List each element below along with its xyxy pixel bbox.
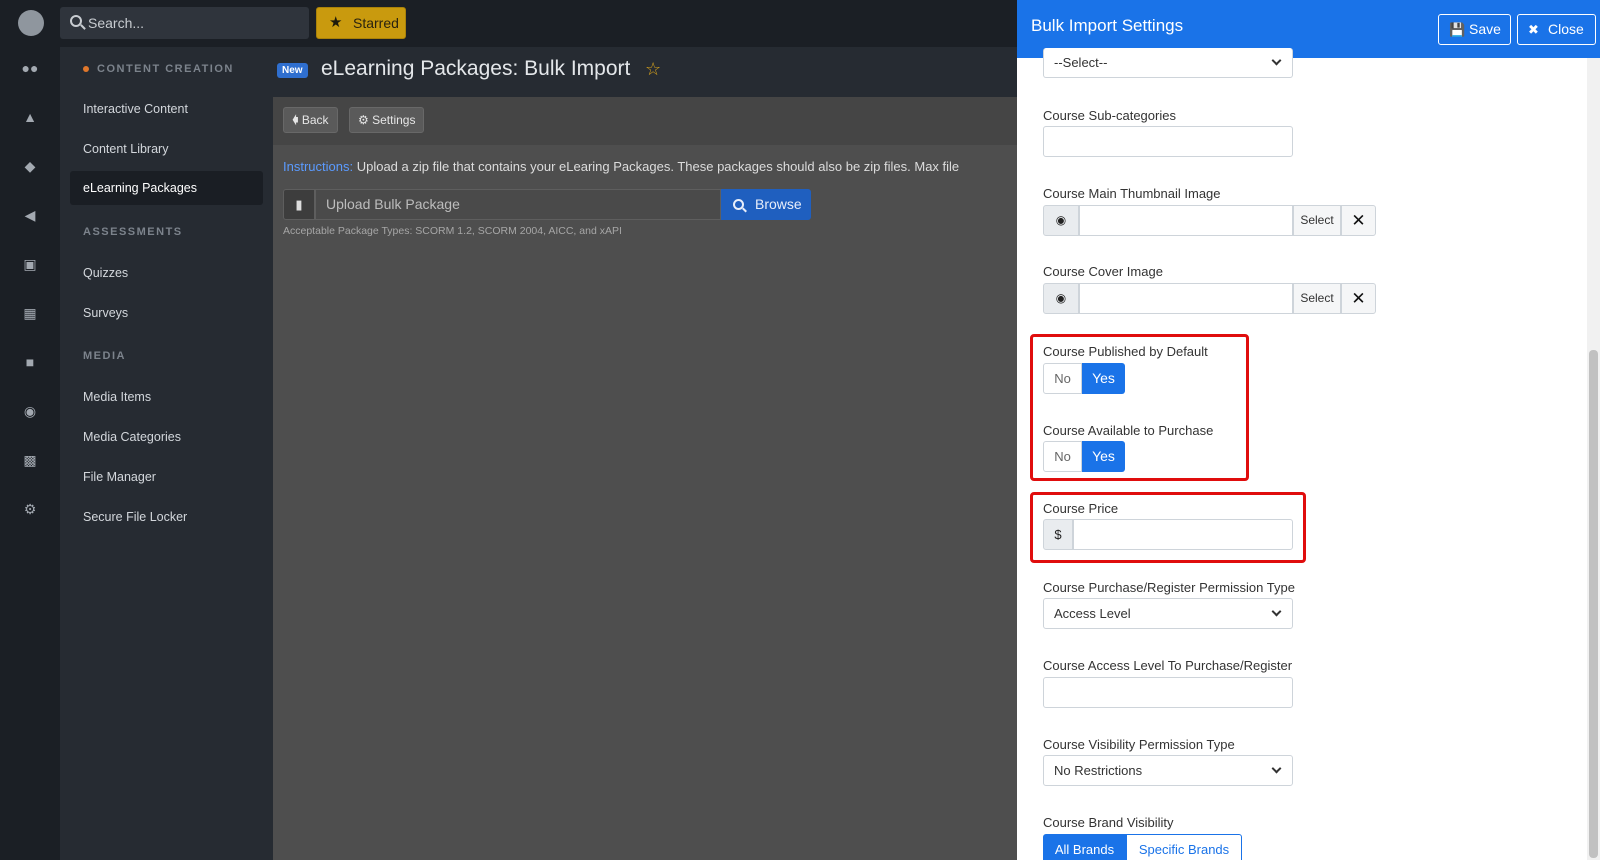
thumbnail-image-picker: ◉ Select ✕ bbox=[1043, 205, 1376, 236]
browse-button[interactable]: Browse bbox=[721, 189, 811, 220]
visibility-select[interactable]: No Restrictions bbox=[1043, 755, 1293, 786]
package-types-hint: Acceptable Package Types: SCORM 1.2, SCO… bbox=[283, 225, 622, 237]
sidebar-item-elearning-packages[interactable]: eLearning Packages bbox=[70, 171, 263, 205]
ticket-icon[interactable]: ▣ bbox=[20, 254, 40, 274]
top-bar: Search... ★ Starred bbox=[60, 0, 1017, 47]
course-category-select[interactable]: --Select-- bbox=[1043, 48, 1293, 78]
settings-button[interactable]: ⚙ Settings bbox=[349, 107, 425, 133]
scrollbar-thumb[interactable] bbox=[1589, 350, 1598, 858]
toolbar: 🡀 Back ⚙ Settings bbox=[273, 97, 1017, 145]
cover-image-input[interactable] bbox=[1079, 283, 1293, 314]
instructions-label: Instructions: bbox=[283, 159, 354, 174]
purchase-permission-label: Course Purchase/Register Permission Type bbox=[1043, 580, 1295, 595]
access-level-input[interactable] bbox=[1043, 677, 1293, 708]
cover-image-label: Course Cover Image bbox=[1043, 264, 1163, 279]
available-no-button[interactable]: No bbox=[1043, 441, 1082, 472]
star-icon: ★ bbox=[329, 14, 343, 31]
save-button[interactable]: 💾 Save bbox=[1438, 14, 1511, 45]
currency-symbol: $ bbox=[1043, 519, 1073, 550]
section-dot-icon bbox=[83, 66, 89, 73]
subcategories-label: Course Sub-categories bbox=[1043, 108, 1176, 123]
search-icon bbox=[70, 15, 82, 27]
sidebar-item-quizzes[interactable]: Quizzes bbox=[70, 256, 263, 290]
section-assessments: ASSESSMENTS bbox=[83, 226, 183, 238]
cover-select-button[interactable]: Select bbox=[1293, 283, 1341, 314]
all-brands-button[interactable]: All Brands bbox=[1043, 834, 1126, 860]
chevron-down-icon bbox=[1271, 606, 1282, 617]
sidebar-item-media-categories[interactable]: Media Categories bbox=[70, 420, 263, 454]
section-media: MEDIA bbox=[83, 350, 126, 362]
preview-eye-icon[interactable]: ◉ bbox=[1043, 205, 1079, 236]
arrow-left-icon: 🡀 bbox=[292, 113, 299, 127]
instructions-text: Instructions: Upload a zip file that con… bbox=[283, 159, 960, 174]
published-yes-button[interactable]: Yes bbox=[1082, 363, 1125, 394]
calendar-icon[interactable]: ▩ bbox=[20, 450, 40, 470]
shapes-icon[interactable]: ▲ bbox=[20, 107, 40, 127]
sidebar-item-interactive-content[interactable]: Interactive Content bbox=[70, 92, 263, 126]
upload-field[interactable]: Upload Bulk Package bbox=[315, 189, 721, 220]
thumbnail-clear-icon[interactable]: ✕ bbox=[1341, 205, 1376, 236]
section-content-creation: CONTENT CREATION bbox=[83, 63, 234, 75]
megaphone-icon[interactable]: ◀ bbox=[20, 205, 40, 225]
sidebar-item-media-items[interactable]: Media Items bbox=[70, 380, 263, 414]
sidebar-item-content-library[interactable]: Content Library bbox=[70, 132, 263, 166]
sidebar-item-secure-file-locker[interactable]: Secure File Locker bbox=[70, 500, 263, 534]
chart-icon[interactable]: ▦ bbox=[20, 303, 40, 323]
gear-icon: ⚙ bbox=[358, 113, 369, 127]
published-label: Course Published by Default bbox=[1043, 344, 1208, 359]
published-no-button[interactable]: No bbox=[1043, 363, 1082, 394]
visibility-label: Course Visibility Permission Type bbox=[1043, 737, 1235, 752]
thumbnail-input[interactable] bbox=[1079, 205, 1293, 236]
thumbnail-label: Course Main Thumbnail Image bbox=[1043, 186, 1221, 201]
available-label: Course Available to Purchase bbox=[1043, 423, 1214, 438]
sidebar-item-file-manager[interactable]: File Manager bbox=[70, 460, 263, 494]
page-title: eLearning Packages: Bulk Import bbox=[321, 57, 631, 80]
starred-label: Starred bbox=[353, 15, 399, 31]
back-button[interactable]: 🡀 Back bbox=[283, 107, 338, 133]
drawer-scrollbar[interactable] bbox=[1587, 58, 1600, 860]
purchase-permission-select[interactable]: Access Level bbox=[1043, 598, 1293, 629]
price-input[interactable] bbox=[1073, 519, 1293, 550]
thumbnail-select-button[interactable]: Select bbox=[1293, 205, 1341, 236]
sidebar-item-surveys[interactable]: Surveys bbox=[70, 296, 263, 330]
chevron-down-icon bbox=[1271, 55, 1282, 66]
graduation-cap-icon[interactable]: ◆ bbox=[20, 156, 40, 176]
price-label: Course Price bbox=[1043, 501, 1119, 516]
subcategories-input[interactable] bbox=[1043, 126, 1293, 157]
cover-image-picker: ◉ Select ✕ bbox=[1043, 283, 1376, 314]
search-icon bbox=[733, 199, 744, 210]
access-level-label: Course Access Level To Purchase/Register bbox=[1043, 658, 1293, 673]
favorite-star-icon[interactable]: ☆ bbox=[645, 59, 661, 80]
available-yes-button[interactable]: Yes bbox=[1082, 441, 1125, 472]
new-badge: New bbox=[277, 63, 308, 78]
file-icon: ▮ bbox=[283, 189, 315, 220]
icon-rail: ●● ▲ ◆ ◀ ▣ ▦ ■ ◉ ▩ ⚙ bbox=[0, 0, 60, 860]
palette-icon[interactable]: ◉ bbox=[20, 401, 40, 421]
specific-brands-button[interactable]: Specific Brands bbox=[1126, 834, 1242, 860]
close-icon: ✖ bbox=[1528, 22, 1539, 37]
cover-clear-icon[interactable]: ✕ bbox=[1341, 283, 1376, 314]
search-placeholder: Search... bbox=[88, 15, 145, 31]
users-icon[interactable]: ●● bbox=[20, 58, 40, 78]
bulk-import-settings-drawer: Bulk Import Settings 💾 Save ✖ Close --Sele… bbox=[1017, 0, 1600, 860]
main-content: New eLearning Packages: Bulk Import ☆ 🡀 … bbox=[273, 47, 1017, 860]
starred-button[interactable]: ★ Starred bbox=[316, 7, 406, 39]
close-button[interactable]: ✖ Close bbox=[1517, 14, 1596, 45]
comment-icon[interactable]: ■ bbox=[20, 352, 40, 372]
gear-icon[interactable]: ⚙ bbox=[20, 499, 40, 519]
search-input[interactable]: Search... bbox=[60, 7, 309, 39]
save-icon: 💾 bbox=[1449, 22, 1466, 37]
app-logo[interactable] bbox=[18, 10, 44, 36]
price-input-group: $ bbox=[1043, 519, 1293, 550]
preview-eye-icon[interactable]: ◉ bbox=[1043, 283, 1079, 314]
sidebar: CONTENT CREATION Interactive Content Con… bbox=[60, 47, 273, 860]
brand-visibility-label: Course Brand Visibility bbox=[1043, 815, 1174, 830]
drawer-title: Bulk Import Settings bbox=[1031, 16, 1184, 35]
content-panel: 🡀 Back ⚙ Settings Instructions: Upload a… bbox=[273, 97, 1017, 860]
chevron-down-icon bbox=[1271, 763, 1282, 774]
upload-group: ▮ Upload Bulk Package Browse bbox=[283, 189, 817, 220]
